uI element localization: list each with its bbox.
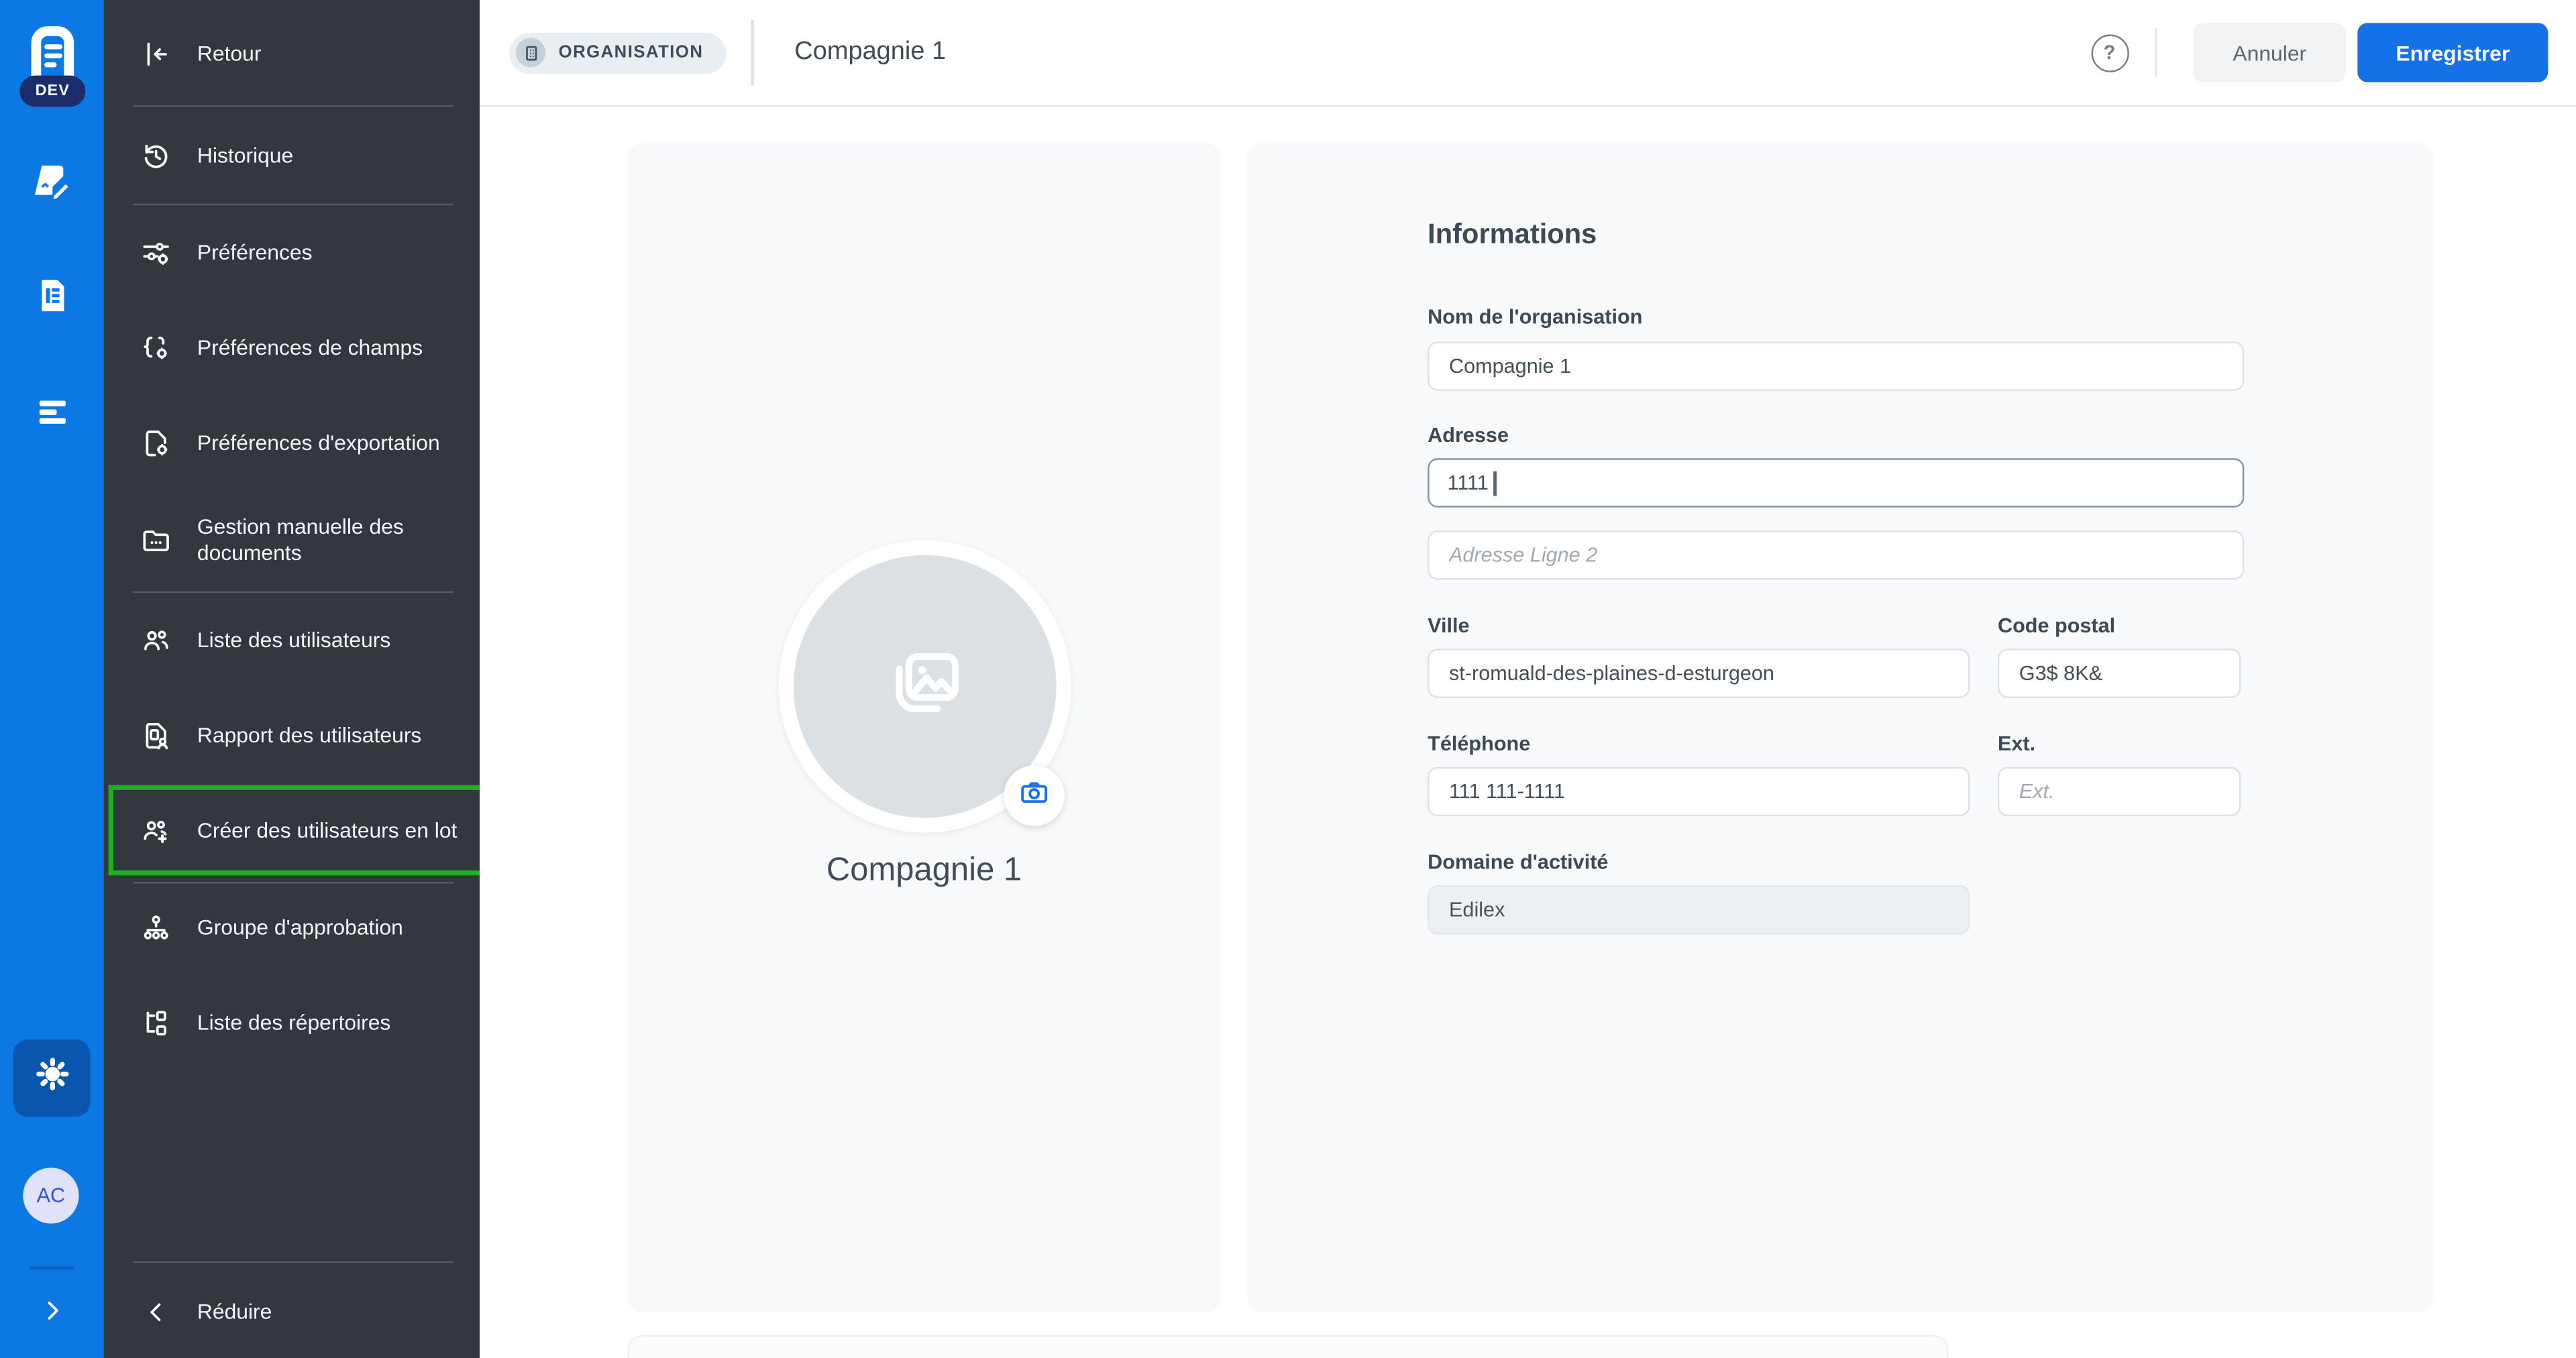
users-plus-icon	[140, 815, 172, 848]
informations-card: Informations Nom de l'organisation Adres…	[1246, 143, 2433, 1312]
gear-icon	[32, 1054, 72, 1102]
postal-code-input[interactable]	[1997, 648, 2241, 698]
folder-dots-icon	[140, 524, 172, 557]
rail-item-document-edit[interactable]	[30, 162, 73, 205]
user-avatar[interactable]: AC	[23, 1168, 79, 1224]
sidebar-collapse-button[interactable]: Réduire	[103, 1280, 480, 1345]
document-gear-icon	[140, 427, 172, 460]
sliders-gear-icon	[140, 237, 172, 270]
image-placeholder-icon	[881, 640, 967, 734]
sidebar-item-liste-utilisateurs[interactable]: Liste des utilisateurs	[103, 608, 480, 673]
document-template-icon	[32, 275, 72, 323]
context-badge: ORGANISATION	[509, 32, 727, 73]
sidebar-item-gestion-documents[interactable]: Gestion manuelle des documents	[103, 501, 480, 580]
braces-gear-icon	[140, 332, 172, 365]
cancel-button[interactable]: Annuler	[2193, 23, 2347, 82]
history-icon	[140, 139, 172, 172]
chevron-right-icon	[39, 1296, 65, 1331]
org-name-label: Nom de l'organisation	[1428, 305, 1643, 329]
profile-card: Compagnie 1	[627, 143, 1221, 1312]
form-heading: Informations	[1428, 218, 1597, 250]
sidebar-back-label: Retour	[197, 40, 262, 66]
rail-item-settings-active[interactable]	[13, 1039, 91, 1117]
sidebar-divider	[133, 105, 453, 107]
ext-input[interactable]	[1997, 767, 2241, 817]
next-card-edge	[627, 1335, 1949, 1358]
collapse-left-icon	[140, 38, 172, 70]
postal-code-label: Code postal	[1997, 614, 2116, 638]
topbar-divider	[2154, 27, 2157, 78]
main-area: ORGANISATION Compagnie 1 ? Annuler Enreg…	[480, 0, 2576, 1358]
city-input[interactable]	[1428, 648, 1970, 698]
domain-label: Domaine d'activité	[1428, 850, 1609, 874]
organisation-name: Compagnie 1	[826, 852, 1022, 889]
change-photo-button[interactable]	[1003, 765, 1064, 826]
settings-sidebar: Retour Historique Préférences Préférence…	[103, 0, 486, 1358]
sidebar-item-liste-repertoires[interactable]: Liste des répertoires	[103, 991, 480, 1056]
domain-input	[1428, 885, 1970, 935]
app-logo-icon[interactable]	[23, 23, 82, 81]
sidebar-item-preferences[interactable]: Préférences	[103, 220, 480, 286]
help-button[interactable]: ?	[2090, 34, 2129, 72]
organisation-avatar	[777, 540, 1071, 833]
rail-item-list[interactable]	[30, 394, 73, 437]
environment-badge: DEV	[19, 75, 86, 107]
chevron-left-icon	[140, 1296, 172, 1328]
sidebar-divider	[133, 591, 453, 593]
page-title: Compagnie 1	[794, 38, 947, 66]
app-window: DEV AC Retour Historique Préférences Pré…	[0, 0, 2576, 1358]
save-button[interactable]: Enregistrer	[2357, 23, 2548, 82]
text-cursor	[1493, 470, 1496, 496]
rail-divider	[30, 1266, 74, 1270]
organisation-form: Informations Nom de l'organisation Adres…	[1428, 143, 2245, 1312]
sidebar-item-preferences-champs[interactable]: Préférences de champs	[103, 315, 480, 381]
camera-icon	[1018, 776, 1049, 815]
sidebar-back-button[interactable]: Retour	[103, 21, 480, 87]
list-bars-icon	[32, 392, 72, 439]
sidebar-divider	[133, 203, 453, 206]
sidebar-divider	[133, 1261, 453, 1263]
sidebar-item-groupe-approbation[interactable]: Groupe d'approbation	[103, 895, 480, 961]
sidebar-item-historique[interactable]: Historique	[103, 123, 480, 189]
content-area: Compagnie 1 Informations Nom de l'organi…	[480, 107, 2576, 1358]
ext-label: Ext.	[1997, 732, 2036, 756]
context-badge-label: ORGANISATION	[558, 42, 704, 63]
address-label: Adresse	[1428, 423, 1509, 447]
rail-item-document-template[interactable]	[30, 278, 73, 321]
users-icon	[140, 624, 172, 657]
sidebar-collapse-label: Réduire	[197, 1298, 272, 1324]
phone-input[interactable]	[1428, 767, 1970, 817]
rail-expand-button[interactable]	[37, 1299, 66, 1328]
topbar-divider	[751, 19, 754, 86]
icon-rail: DEV AC	[0, 0, 104, 1358]
topbar: ORGANISATION Compagnie 1 ? Annuler Enreg…	[480, 0, 2576, 107]
sidebar-item-rapport-utilisateurs[interactable]: Rapport des utilisateurs	[103, 703, 480, 769]
address-line2-input[interactable]	[1428, 530, 2245, 580]
sidebar-item-preferences-exportation[interactable]: Préférences d'exportation	[103, 410, 480, 476]
sidebar-item-creer-utilisateurs-lot[interactable]: Créer des utilisateurs en lot	[103, 798, 480, 864]
address-input[interactable]: 1111	[1428, 458, 2245, 508]
document-edit-icon	[30, 158, 73, 209]
sidebar-divider	[133, 882, 453, 884]
directory-tree-icon	[140, 1007, 172, 1039]
org-name-input[interactable]	[1428, 341, 2245, 391]
phone-label: Téléphone	[1428, 732, 1531, 756]
city-label: Ville	[1428, 614, 1470, 638]
organisation-icon	[515, 38, 546, 68]
sitemap-icon	[140, 911, 172, 944]
document-user-icon	[140, 720, 172, 752]
